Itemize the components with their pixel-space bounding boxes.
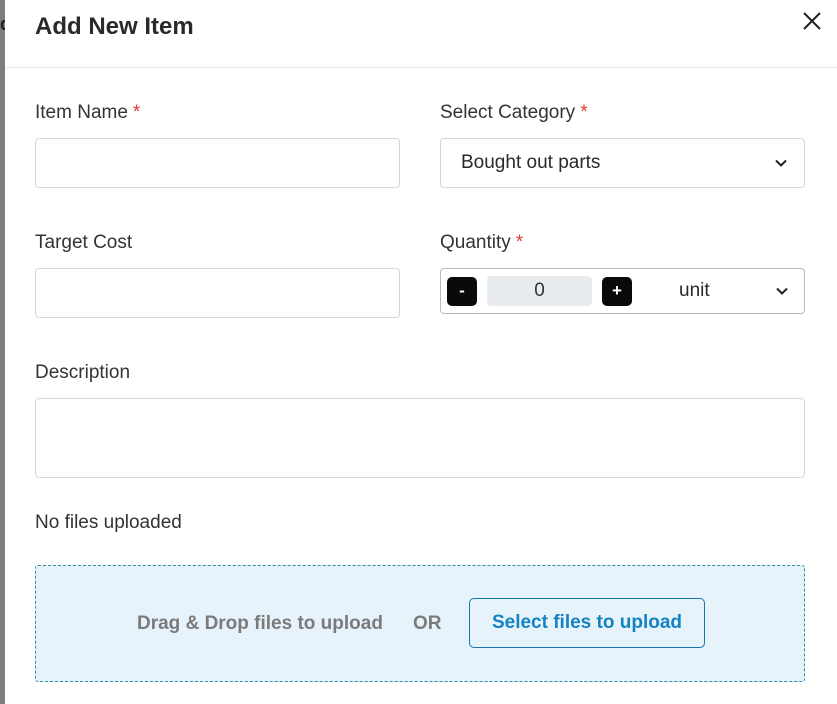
target-cost-label: Target Cost — [35, 232, 132, 254]
dropzone-text: Drag & Drop files to upload — [137, 613, 383, 634]
category-select[interactable]: Bought out parts — [440, 138, 805, 188]
description-label-text: Description — [35, 362, 131, 383]
modal-title: Add New Item — [35, 13, 194, 40]
files-status: No files uploaded — [35, 512, 182, 533]
quantity-label: Quantity * — [440, 232, 523, 254]
category-label-text: Select Category — [440, 102, 576, 123]
select-files-button[interactable]: Select files to upload — [469, 598, 705, 648]
unit-select[interactable]: unit — [637, 269, 805, 313]
target-cost-input[interactable] — [35, 268, 400, 318]
required-mark: * — [515, 232, 524, 253]
decrement-button[interactable]: - — [447, 277, 477, 306]
file-dropzone[interactable]: Drag & Drop files to upload OR Select fi… — [35, 565, 805, 682]
item-name-input[interactable] — [35, 138, 400, 188]
quantity-stepper: - 0 + unit — [440, 268, 805, 314]
dropzone-or: OR — [413, 613, 442, 634]
item-name-label: Item Name * — [35, 102, 140, 124]
required-mark: * — [580, 102, 588, 123]
description-textarea[interactable] — [35, 398, 805, 478]
add-item-modal: Add New Item Item Name * Select Category *… — [5, 0, 837, 704]
category-selected-value: Bought out parts — [461, 152, 601, 173]
modal-header: Add New Item — [5, 0, 837, 68]
increment-button[interactable]: + — [602, 277, 632, 306]
chevron-down-icon — [775, 159, 787, 167]
description-label: Description — [35, 362, 130, 384]
target-cost-label-text: Target Cost — [35, 232, 133, 253]
unit-selected-value: unit — [679, 280, 710, 301]
quantity-value[interactable]: 0 — [487, 276, 592, 306]
required-mark: * — [132, 102, 141, 123]
close-button[interactable] — [801, 10, 823, 32]
quantity-label-text: Quantity — [440, 232, 511, 253]
close-icon — [803, 12, 821, 30]
chevron-down-icon — [776, 287, 788, 295]
item-name-label-text: Item Name — [35, 102, 128, 123]
category-label: Select Category * — [440, 102, 588, 124]
